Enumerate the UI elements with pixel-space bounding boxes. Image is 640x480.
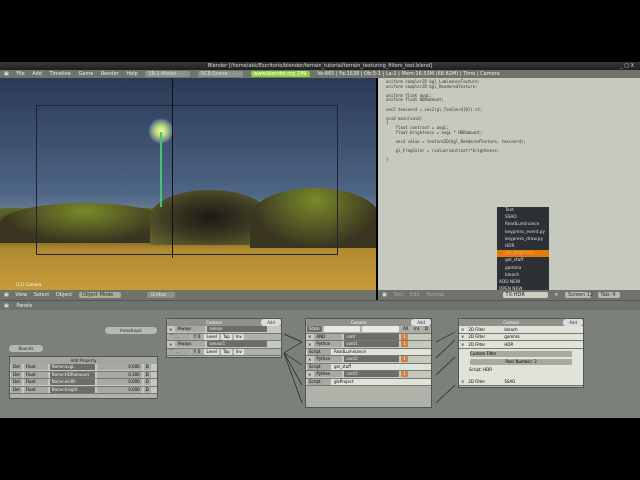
- logic-editor: Anisotropic Bounds Add Property Del Float…: [0, 310, 640, 418]
- scene-select[interactable]: SCE:Scene: [197, 70, 243, 77]
- menu-timeline[interactable]: Timeline: [50, 70, 71, 78]
- panels-label[interactable]: Panels: [16, 303, 32, 309]
- menu-item[interactable]: keypress_event.py: [497, 229, 549, 236]
- lamp-beam: [160, 132, 162, 207]
- menu-item[interactable]: HDR: [497, 243, 549, 250]
- code-area[interactable]: uniform sampler2D bgl_LuminanceTexture; u…: [386, 79, 526, 163]
- viewport-object-label: (11) Camera: [16, 282, 42, 287]
- editor-type-icon[interactable]: ▣: [4, 303, 9, 309]
- screen-select[interactable]: SR:1-Model: [145, 70, 191, 77]
- text-browse-menu[interactable]: Text SSAO ReadLuminance keypress_event.p…: [497, 207, 549, 293]
- text-editor-header: ▣ Text Edit Format TX:HDR ✕ Screen 12 Ta…: [378, 290, 640, 300]
- menu-render[interactable]: Render: [101, 70, 119, 78]
- code-line[interactable]: vec4 value = texture2D(bgl_RenderedTextu…: [386, 139, 526, 145]
- camera-frame: [36, 105, 338, 255]
- logic-links: [283, 331, 456, 404]
- window-title: Blender [/home/akk/Escritorio/blender/te…: [207, 63, 433, 69]
- window-titlebar: Blender [/home/akk/Escritorio/blender/te…: [0, 62, 640, 70]
- menu-text[interactable]: Text: [393, 290, 403, 300]
- logic-header: ▣ Panels: [0, 300, 640, 310]
- menu-add[interactable]: Add: [32, 70, 42, 78]
- pivot-select[interactable]: Global: [147, 292, 176, 298]
- editor-type-icon[interactable]: ▣: [382, 290, 387, 300]
- menu-item[interactable]: Text: [497, 207, 549, 214]
- window-controls[interactable]: _ □ X: [620, 62, 634, 70]
- menu-edit[interactable]: Edit: [410, 290, 420, 300]
- unlink-text-icon[interactable]: ✕: [554, 290, 558, 300]
- mode-select[interactable]: Object Mode: [78, 292, 121, 298]
- text-name-field[interactable]: TX:HDR: [502, 292, 548, 298]
- menu-add-new[interactable]: ADD NEW: [497, 279, 549, 286]
- editor-type-icon[interactable]: ▣: [4, 70, 9, 78]
- menu-item[interactable]: gamma: [497, 265, 549, 272]
- 3d-viewport[interactable]: (11) Camera: [0, 78, 376, 290]
- menu-format[interactable]: Format: [426, 290, 444, 300]
- menu-item-highlighted[interactable]: gel_fragment: [497, 250, 549, 258]
- menu-object[interactable]: Object: [56, 290, 72, 300]
- viewport-header: ▣ View Select Object Object Mode Global: [0, 290, 376, 300]
- menu-view[interactable]: View: [15, 290, 27, 300]
- tab-width-field[interactable]: Tab: 4: [597, 292, 620, 298]
- menu-select[interactable]: Select: [34, 290, 49, 300]
- scene-stats: Ve:665 | Fa:1638 | Ob:5-1 | La:2 | Mem:1…: [317, 71, 500, 77]
- menu-file[interactable]: File: [16, 70, 24, 78]
- code-line[interactable]: }: [386, 157, 526, 163]
- menubar: ▣ File Add Timeline Game Render Help SR:…: [0, 70, 640, 78]
- menu-item[interactable]: keypress_draw.py: [497, 236, 549, 243]
- screen-size-field[interactable]: Screen 12: [564, 292, 593, 298]
- editor-type-icon[interactable]: ▣: [4, 290, 9, 300]
- blender-site-link[interactable]: www.blender.org 249: [250, 70, 310, 77]
- menu-help[interactable]: Help: [126, 70, 137, 78]
- menu-item[interactable]: gel_staff: [497, 257, 549, 264]
- menu-game[interactable]: Game: [78, 70, 93, 78]
- menu-item[interactable]: bleach: [497, 272, 549, 279]
- menu-item[interactable]: SSAO: [497, 214, 549, 221]
- menu-item[interactable]: ReadLuminance: [497, 221, 549, 228]
